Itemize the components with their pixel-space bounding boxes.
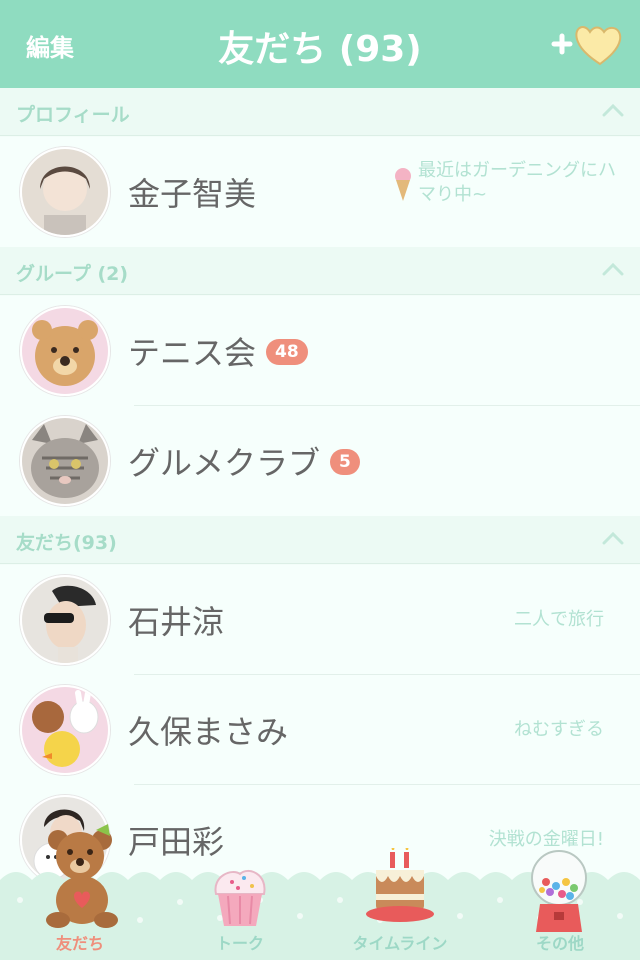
group-name-row: グルメクラブ 5	[128, 438, 360, 484]
list-item-friend[interactable]: 石井涼 二人で旅行	[0, 565, 640, 675]
ice-cream-icon	[395, 168, 411, 201]
add-friend-icon[interactable]	[550, 18, 622, 70]
friend-name: 戸田彩	[128, 823, 225, 861]
unread-badge: 48	[266, 339, 308, 365]
teddy-bear-icon	[46, 824, 118, 928]
chevron-up-icon[interactable]	[602, 530, 624, 546]
avatar	[20, 416, 110, 506]
tab-label: トーク	[215, 934, 264, 953]
birthday-cake-icon	[366, 848, 434, 922]
avatar	[20, 575, 110, 665]
group-name-row: テニス会 48	[128, 328, 308, 374]
chevron-up-icon[interactable]	[602, 261, 624, 277]
section-header-groups[interactable]: グループ (2)	[0, 247, 640, 295]
tab-label: その他	[535, 934, 584, 953]
profile-name: 金子智美	[128, 175, 257, 213]
section-label: グループ (2)	[16, 263, 129, 285]
chevron-up-icon[interactable]	[602, 102, 624, 118]
friend-status: ねむすぎる	[514, 719, 604, 740]
bottom-tab-bar: 友だち トーク タイムライン その他	[0, 824, 640, 960]
section-label: プロフィール	[16, 104, 130, 126]
group-name: グルメクラブ	[128, 444, 321, 482]
unread-badge: 5	[330, 449, 360, 475]
profile-row[interactable]: 金子智美 最近はガーデニングにハマり中~	[0, 137, 640, 247]
cupcake-icon	[214, 869, 266, 926]
friend-status: 二人で旅行	[514, 609, 604, 630]
list-item-friend[interactable]: 久保まさみ ねむすぎる	[0, 675, 640, 785]
top-nav-bar: 編集 友だち (93)	[0, 0, 640, 88]
friend-name: 久保まさみ	[128, 713, 289, 751]
page-title: 友だち (93)	[218, 29, 422, 70]
tab-label: タイムライン	[352, 934, 448, 953]
friend-name: 石井涼	[128, 603, 225, 641]
group-name: テニス会	[128, 334, 257, 372]
list-item-group[interactable]: テニス会 48	[0, 296, 640, 406]
list-item-group[interactable]: グルメクラブ 5	[0, 406, 640, 516]
avatar	[20, 685, 110, 775]
section-label: 友だち(93)	[16, 532, 117, 554]
profile-status-text: 最近はガーデニングにハマり中~	[418, 160, 616, 205]
section-header-friends[interactable]: 友だち(93)	[0, 516, 640, 564]
tab-label: 友だち	[55, 934, 104, 953]
gumball-machine-icon	[531, 850, 587, 932]
avatar	[20, 306, 110, 396]
avatar	[20, 147, 110, 237]
section-header-profile[interactable]: プロフィール	[0, 88, 640, 136]
